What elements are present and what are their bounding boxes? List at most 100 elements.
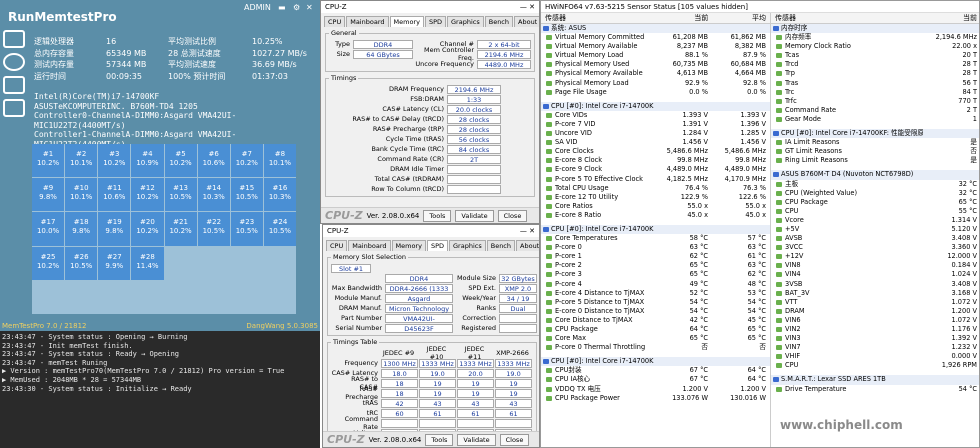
sensor-row[interactable]: VIN8 0.184 V: [771, 261, 979, 270]
sensor-group[interactable]: 系统: ASUS: [541, 24, 770, 34]
sensor-group[interactable]: 内存时序: [771, 24, 979, 34]
sensor-row[interactable]: P-core 1 62 °C 61 °C: [541, 252, 770, 261]
close-button[interactable]: Close: [499, 433, 530, 446]
close-icon[interactable]: ✕: [306, 3, 313, 12]
sensor-group[interactable]: CPU [#0]: Intel Core i7-14700KF: 性能受限原因: [771, 129, 979, 139]
tab-mainboard[interactable]: Mainboard: [348, 240, 391, 251]
sensor-row[interactable]: 3VCC 3.360 V: [771, 243, 979, 252]
sensor-row[interactable]: CPU Package 64 °C 65 °C: [541, 325, 770, 334]
sensor-row[interactable]: VTT 1.072 V: [771, 298, 979, 307]
tab-cpu[interactable]: CPU: [326, 240, 348, 251]
settings-icon[interactable]: [3, 53, 25, 71]
tab-bench[interactable]: Bench: [486, 240, 516, 251]
sensor-row[interactable]: Virtual Memory Load 88.1 % 87.9 %: [541, 51, 770, 60]
window-controls[interactable]: — ✕: [520, 227, 535, 235]
sensor-row[interactable]: 内存频率 2,194.6 MHz: [771, 33, 979, 42]
sensor-row[interactable]: CPU IA核心 67 °C 64 °C: [541, 375, 770, 384]
sensor-row[interactable]: CPU Package Power 133.076 W 130.016 W: [541, 394, 770, 403]
window-controls[interactable]: — ✕: [520, 3, 535, 11]
tab-spd[interactable]: SPD: [424, 16, 447, 27]
sensor-row[interactable]: DRAM 1.200 V: [771, 307, 979, 316]
minimize-icon[interactable]: ▬: [278, 3, 286, 12]
sensor-row[interactable]: Physical Memory Used 60,735 MB 60,684 MB: [541, 60, 770, 69]
gear-icon[interactable]: ⚙: [293, 3, 300, 12]
sensor-row[interactable]: Total CPU Usage 76.4 % 76.3 %: [541, 184, 770, 193]
sensor-row[interactable]: 3VSB 3.408 V: [771, 280, 979, 289]
sensor-row[interactable]: E-core 8 Ratio 45.0 x 45.0 x: [541, 211, 770, 220]
sensor-row[interactable]: Memory Clock Ratio 22.00 x: [771, 42, 979, 51]
tools-button[interactable]: Tools: [425, 433, 454, 446]
sensor-row[interactable]: E-core 4 Distance to TjMAX 52 °C 53 °C: [541, 289, 770, 298]
tools-button[interactable]: Tools: [423, 209, 452, 222]
tab-cpu[interactable]: CPU: [324, 16, 346, 27]
sensor-row[interactable]: VIN6 1.072 V: [771, 316, 979, 325]
col-head[interactable]: 当前: [923, 13, 979, 23]
sensor-row[interactable]: P-core 0 Thermal Throttling 否 否: [541, 343, 770, 352]
sensor-group[interactable]: CPU [#0]: Intel Core i7-14700KF: [541, 101, 770, 111]
download-icon[interactable]: [3, 76, 25, 94]
sensor-row[interactable]: VIN2 1.176 V: [771, 325, 979, 334]
col-head[interactable]: 传感器: [541, 13, 654, 23]
sensor-group[interactable]: S.M.A.R.T.: Lexar SSD ARES 1TB: [771, 375, 979, 385]
sensor-row[interactable]: AVSB 3.408 V: [771, 234, 979, 243]
sensor-row[interactable]: Virtual Memory Committed 61,208 MB 61,862 …: [541, 33, 770, 42]
sensor-row[interactable]: Core Max 65 °C 65 °C: [541, 334, 770, 343]
sensor-row[interactable]: Uncore VID 1.284 V 1.285 V: [541, 129, 770, 138]
sensor-row[interactable]: Virtual Memory Available 8,237 MB 8,382 MB: [541, 42, 770, 51]
sensor-row[interactable]: Core Ratios 55.0 x 55.0 x: [541, 202, 770, 211]
sensor-row[interactable]: P-core 7 VID 1.391 V 1.396 V: [541, 120, 770, 129]
sensor-row[interactable]: CPU Package 65 °C: [771, 198, 979, 207]
sensor-row[interactable]: +5V 5.120 V: [771, 225, 979, 234]
sensor-group[interactable]: CPU [#0]: Intel Core i7-14700KF: DTS: [541, 224, 770, 235]
sensor-row[interactable]: Page File Usage 0.0 % 0.0 %: [541, 88, 770, 97]
sensor-row[interactable]: CPU封装 67 °C 64 °C: [541, 366, 770, 375]
sensor-row[interactable]: SA VID 1.456 V 1.456 V: [541, 138, 770, 147]
tab-bench[interactable]: Bench: [484, 16, 514, 27]
sensor-row[interactable]: 主板 32 °C: [771, 180, 979, 189]
sensor-row[interactable]: CPU 55 °C: [771, 207, 979, 216]
sensor-group[interactable]: CPU [#0]: Intel Core i7-14700KF: Enhance…: [541, 357, 770, 367]
tab-about[interactable]: About: [514, 16, 539, 27]
tab-memory[interactable]: Memory: [389, 16, 424, 27]
log-console[interactable]: 23:43:47 - System status : Opening → Bur…: [0, 331, 320, 448]
sensor-pane-left[interactable]: 传感器 当前 平均 系统: ASUS Virtual Memory Committed…: [541, 13, 771, 447]
camera-icon[interactable]: [3, 99, 25, 117]
sensor-row[interactable]: Vcore 1.314 V: [771, 216, 979, 225]
sensor-row[interactable]: Gear Mode 1: [771, 115, 979, 124]
col-head[interactable]: 传感器: [771, 13, 923, 23]
tab-about[interactable]: About: [516, 240, 539, 251]
sensor-row[interactable]: GT Limit Reasons 否: [771, 147, 979, 156]
sensor-row[interactable]: E-core 0 Distance to TjMAX 54 °C 54 °C: [541, 307, 770, 316]
slot-select[interactable]: Slot #1: [331, 263, 371, 273]
sensor-row[interactable]: P-core 5 Distance to TjMAX 54 °C 54 °C: [541, 298, 770, 307]
sensor-row[interactable]: IA Limit Reasons 是: [771, 138, 979, 147]
sensor-row[interactable]: Physical Memory Load 92.9 % 92.8 %: [541, 79, 770, 88]
sensor-row[interactable]: CPU (Weighted Value) 32 °C: [771, 189, 979, 198]
sensor-pane-right[interactable]: 传感器 当前 内存时序 内存频率 2,194.6 MHz Memory Clock Ra…: [771, 13, 979, 447]
sensor-row[interactable]: Tras 56 T: [771, 79, 979, 88]
col-head[interactable]: 平均: [712, 13, 770, 23]
monitor-icon[interactable]: [3, 30, 25, 48]
tab-graphics[interactable]: Graphics: [449, 240, 486, 251]
close-button[interactable]: Close: [497, 209, 528, 222]
sensor-row[interactable]: E-core 8 Clock 99.8 MHz 99.8 MHz: [541, 156, 770, 165]
sensor-row[interactable]: E-core 12 T0 Utility 122.9 % 122.6 %: [541, 193, 770, 202]
sensor-row[interactable]: P-core 5 T0 Effective Clock 4,182.5 MHz 4,…: [541, 175, 770, 184]
sensor-row[interactable]: Physical Memory Available 4,613 MB 4,664 M…: [541, 69, 770, 78]
sensor-group[interactable]: ASUS B760M-T D4 (Nuvoton NCT6798D): [771, 170, 979, 180]
sensor-row[interactable]: Trc 84 T: [771, 88, 979, 97]
sensor-row[interactable]: Tcas 20 T: [771, 51, 979, 60]
sensor-row[interactable]: VIN4 1.024 V: [771, 270, 979, 279]
sensor-row[interactable]: VIN3 1.392 V: [771, 334, 979, 343]
sensor-row[interactable]: E-core 9 Clock 4,489.0 MHz 4,489.0 MHz: [541, 165, 770, 174]
validate-button[interactable]: Validate: [455, 209, 494, 222]
sensor-row[interactable]: VDDQ TX 电压 1.200 V 1.200 V: [541, 385, 770, 394]
sensor-row[interactable]: Core Temperatures 58 °C 57 °C: [541, 234, 770, 243]
tab-memory[interactable]: Memory: [391, 240, 426, 251]
sensor-row[interactable]: BAT_3V 3.168 V: [771, 289, 979, 298]
sensor-row[interactable]: Trfc 770 T: [771, 97, 979, 106]
sensor-row[interactable]: P-core 4 49 °C 48 °C: [541, 280, 770, 289]
sensor-row[interactable]: Drive Temperature 54 °C: [771, 385, 979, 394]
sensor-row[interactable]: +12V 12.000 V: [771, 252, 979, 261]
tab-graphics[interactable]: Graphics: [447, 16, 484, 27]
